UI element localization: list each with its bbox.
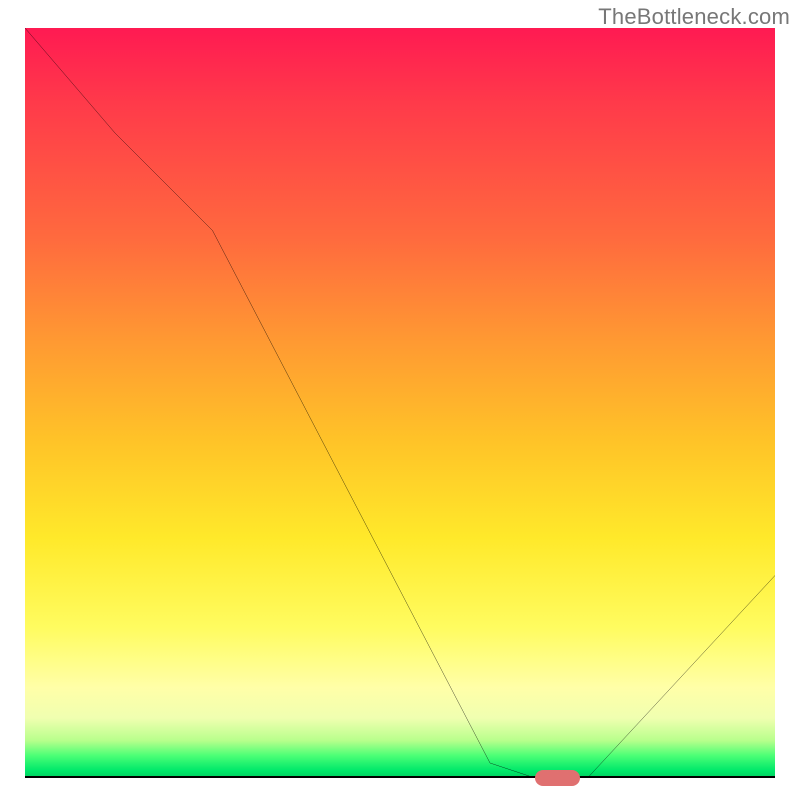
bottleneck-curve [25, 28, 775, 778]
curve-path [25, 28, 775, 778]
plot-area [25, 28, 775, 778]
chart-container: TheBottleneck.com [0, 0, 800, 800]
x-axis-baseline [25, 776, 775, 778]
optimal-marker [535, 770, 580, 786]
watermark-text: TheBottleneck.com [598, 4, 790, 30]
